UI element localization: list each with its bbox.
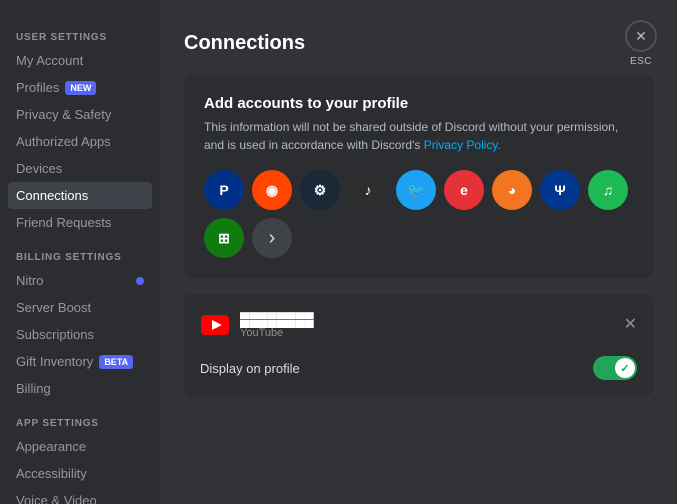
privacy-policy-link[interactable]: Privacy Policy. (424, 138, 501, 152)
display-on-profile-toggle[interactable]: ✓ (593, 356, 637, 380)
sidebar-item-label: Friend Requests (16, 215, 111, 230)
sidebar-item-label: Billing (16, 381, 51, 396)
connected-service: YouTube (240, 327, 314, 339)
service-icon-playstation[interactable]: Ψ (540, 170, 580, 210)
sidebar-item-nitro[interactable]: Nitro (8, 267, 152, 294)
sidebar-item-label: Gift Inventory (16, 354, 93, 369)
sidebar-item-billing[interactable]: Billing (8, 375, 152, 402)
sidebar-item-connections[interactable]: Connections (8, 182, 152, 209)
esc-circle[interactable]: ✕ (625, 20, 657, 52)
services-grid: P◉⚙♪🐦e◕Ψ♫ ⊞› (204, 170, 633, 258)
esc-label: ESC (630, 56, 652, 67)
service-icon-twitter[interactable]: 🐦 (396, 170, 436, 210)
service-icon-reddit[interactable]: ◉ (252, 170, 292, 210)
sidebar-badge-gift-inventory: BETA (99, 355, 133, 369)
service-icon-paypal[interactable]: P (204, 170, 244, 210)
sidebar-item-label: Server Boost (16, 300, 91, 315)
sidebar-item-label: Appearance (16, 439, 86, 454)
sidebar-item-label: Devices (16, 161, 62, 176)
connected-account-card: ████████ YouTube ✕ Display on profile ✓ (184, 294, 653, 396)
connected-username: ████████ (240, 312, 314, 327)
sidebar-dot-nitro (136, 277, 144, 285)
toggle-check-icon: ✓ (620, 362, 629, 375)
display-on-profile-label: Display on profile (200, 361, 300, 376)
sidebar-item-accessibility[interactable]: Accessibility (8, 460, 152, 487)
service-icon-tiktok[interactable]: ♪ (348, 170, 388, 210)
sidebar-item-profiles[interactable]: Profiles NEW (8, 74, 152, 101)
sidebar-item-privacy-safety[interactable]: Privacy & Safety (8, 101, 152, 128)
more-services-button[interactable]: › (252, 218, 292, 258)
esc-button[interactable]: ✕ ESC (625, 20, 657, 67)
sidebar-item-label: Subscriptions (16, 327, 94, 342)
main-content: Connections ✕ ESC Add accounts to your p… (160, 0, 677, 504)
remove-connection-button[interactable]: ✕ (624, 317, 637, 333)
service-icon-xbox[interactable]: ⊞ (204, 218, 244, 258)
service-icon-ebay[interactable]: e (444, 170, 484, 210)
sidebar-badge-profiles: NEW (65, 81, 96, 95)
sidebar-item-friend-requests[interactable]: Friend Requests (8, 209, 152, 236)
sidebar-item-label: Accessibility (16, 466, 87, 481)
add-accounts-card: Add accounts to your profile This inform… (184, 75, 653, 278)
sidebar-item-label: Profiles (16, 80, 59, 95)
sidebar-item-appearance[interactable]: Appearance (8, 433, 152, 460)
connected-header: ████████ YouTube ✕ (200, 310, 637, 340)
sidebar-item-devices[interactable]: Devices (8, 155, 152, 182)
sidebar-item-gift-inventory[interactable]: Gift Inventory BETA (8, 348, 152, 375)
service-icon-steam[interactable]: ⚙ (300, 170, 340, 210)
sidebar-item-label: Authorized Apps (16, 134, 111, 149)
sidebar-section-label: USER SETTINGS (8, 24, 152, 47)
sidebar-item-label: Nitro (16, 273, 43, 288)
sidebar-section-label: BILLING SETTINGS (8, 244, 152, 267)
page-title: Connections (184, 32, 653, 55)
sidebar-item-label: Connections (16, 188, 88, 203)
sidebar-item-subscriptions[interactable]: Subscriptions (8, 321, 152, 348)
youtube-icon (200, 310, 230, 340)
service-icon-crunchyroll[interactable]: ◕ (492, 170, 532, 210)
toggle-row: Display on profile ✓ (200, 352, 637, 380)
add-accounts-title: Add accounts to your profile (204, 95, 633, 112)
connected-name-wrap: ████████ YouTube (240, 312, 314, 339)
add-accounts-desc-text: This information will not be shared outs… (204, 120, 618, 152)
sidebar-item-server-boost[interactable]: Server Boost (8, 294, 152, 321)
sidebar: USER SETTINGS My Account Profiles NEW Privac… (0, 0, 160, 504)
service-icon-spotify[interactable]: ♫ (588, 170, 628, 210)
sidebar-item-authorized-apps[interactable]: Authorized Apps (8, 128, 152, 155)
sidebar-item-label: Privacy & Safety (16, 107, 111, 122)
add-accounts-desc: This information will not be shared outs… (204, 118, 633, 154)
toggle-knob: ✓ (615, 358, 635, 378)
sidebar-item-label: My Account (16, 53, 83, 68)
sidebar-item-label: Voice & Video (16, 493, 97, 504)
sidebar-item-my-account[interactable]: My Account (8, 47, 152, 74)
connected-info: ████████ YouTube (200, 310, 314, 340)
sidebar-item-voice-video[interactable]: Voice & Video (8, 487, 152, 504)
sidebar-section-label: APP SETTINGS (8, 410, 152, 433)
